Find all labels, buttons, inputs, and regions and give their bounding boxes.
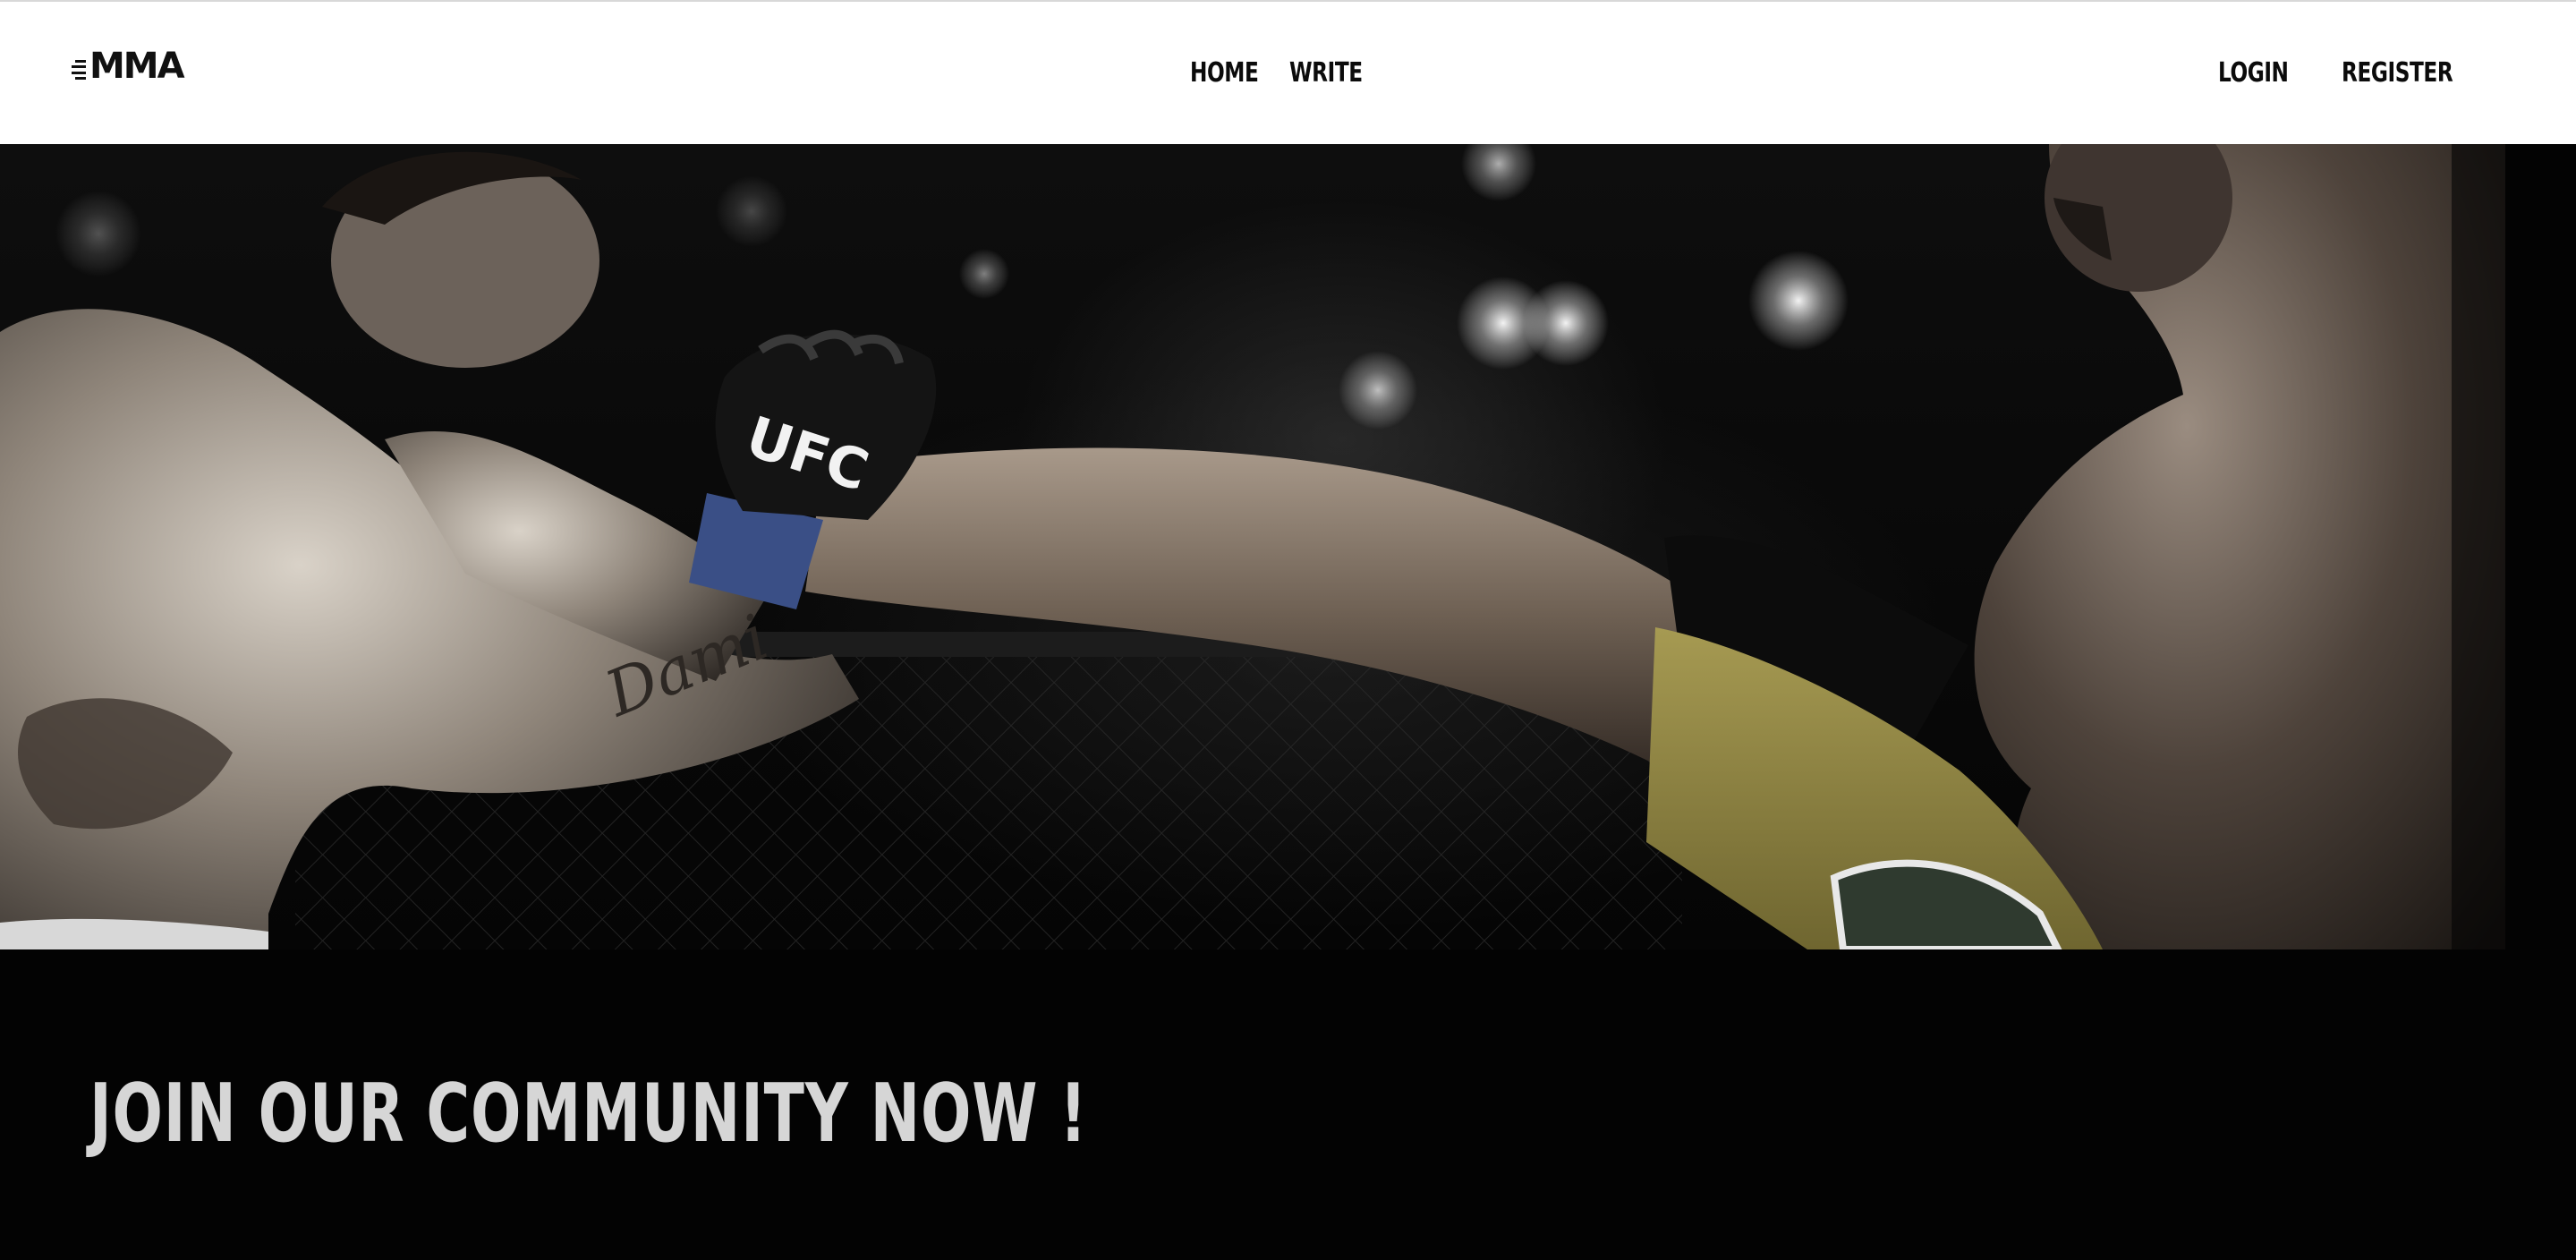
main-nav: HOME WRITE [1190,57,1374,89]
hero-illustration: Dami UFC [0,144,2505,949]
register-link[interactable]: REGISTER [2342,57,2453,89]
logo-mark-icon [72,60,86,80]
auth-nav: LOGIN REGISTER [2218,57,2470,89]
cta-headline: JOIN OUR COMMUNITY NOW ! [89,1067,1088,1161]
hero-image: Dami UFC [0,144,2505,949]
nav-write-link[interactable]: WRITE [1289,57,1363,89]
login-link[interactable]: LOGIN [2218,57,2289,89]
nav-home-link[interactable]: HOME [1190,57,1259,89]
site-logo[interactable]: MMA [72,46,185,87]
site-header: MMA HOME WRITE LOGIN REGISTER [0,0,2576,144]
logo-text: MMA [89,46,185,87]
